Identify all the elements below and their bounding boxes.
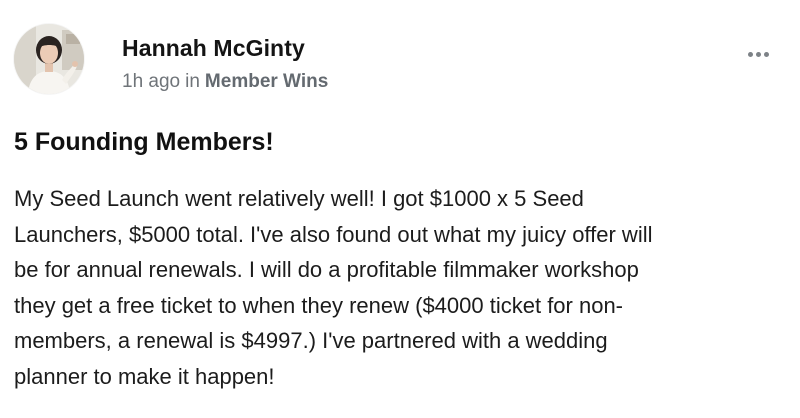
post-title: 5 Founding Members! [14,128,274,156]
post-timestamp: 1h ago [122,71,181,92]
ellipsis-dot [755,51,761,57]
author-name[interactable]: Hannah McGinty [122,34,305,62]
post-card: Hannah McGinty 1h ago in Member Wins 5 Fou… [0,0,800,418]
post-meta: 1h ago in Member Wins [122,70,328,94]
post-body-line: planner to make it happen! [14,363,275,389]
post-body-line: Launchers, $5000 total. I've also found … [14,221,653,247]
post-body-line: be for annual renewals. I will do a prof… [14,257,639,283]
post-in-label: in [185,71,200,92]
ellipsis-horizontal-icon [747,51,753,57]
space-link[interactable]: Member Wins [205,71,328,92]
ellipsis-dot [763,51,769,57]
post-body-line: they get a free ticket to when they rene… [14,292,624,318]
author-avatar[interactable] [14,24,84,94]
post-body-line: members, a renewal is $4997.) I've partn… [14,328,608,354]
post-body-line: My Seed Launch went relatively well! I g… [14,186,584,211]
post-body: My Seed Launch went relatively well! I g… [14,181,754,395]
post-header: Hannah McGinty 1h ago in Member Wins [14,24,776,98]
more-options-button[interactable] [738,42,778,66]
avatar-photo-icon [14,24,84,94]
